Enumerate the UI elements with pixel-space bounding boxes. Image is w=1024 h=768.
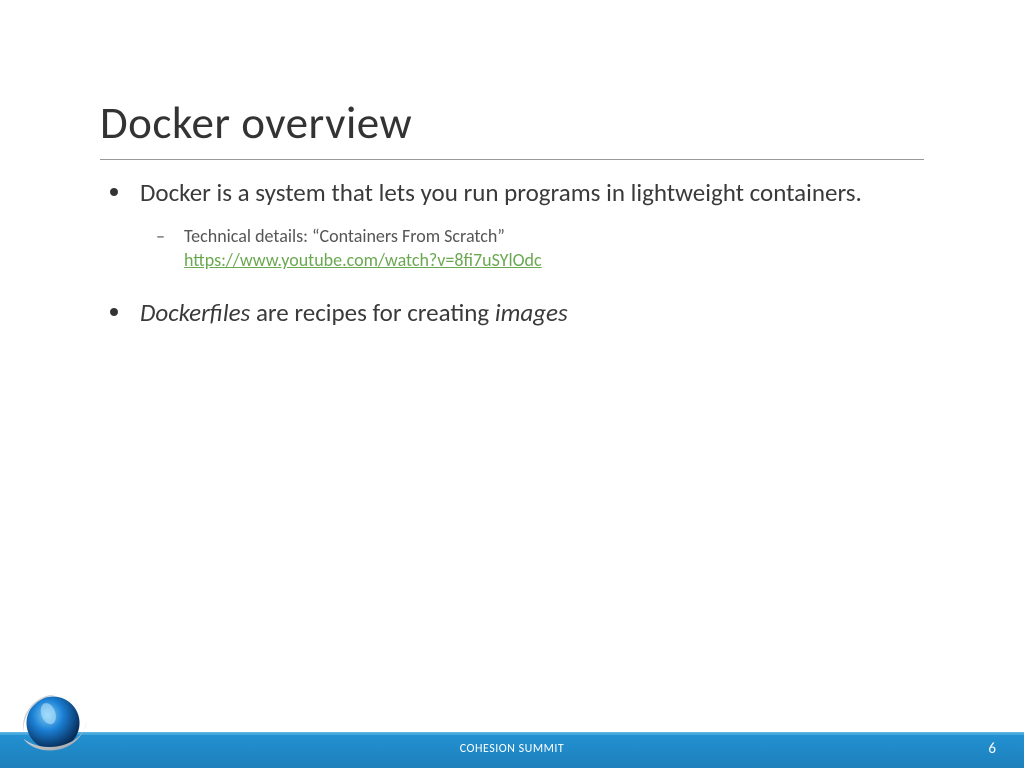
bullet-item: Docker is a system that lets you run pro… <box>100 176 924 272</box>
bullet-em: images <box>495 297 568 328</box>
slide: Docker overview Docker is a system that … <box>0 0 1024 768</box>
bullet-em: Dockerfiles <box>140 297 250 328</box>
bullet-text: Docker is a system that lets you run pro… <box>140 177 862 208</box>
logo-icon <box>14 684 92 762</box>
bullet-item: Dockerfiles are recipes for creating ima… <box>100 296 924 330</box>
slide-body: Docker is a system that lets you run pro… <box>100 176 924 354</box>
sub-bullet-label: Technical details: “Containers From Scra… <box>184 225 505 247</box>
slide-title: Docker overview <box>100 96 924 151</box>
title-underline <box>100 159 924 160</box>
sub-bullet-item: Technical details: “Containers From Scra… <box>140 224 924 273</box>
footer-title: COHESION SUMMIT <box>0 742 1024 756</box>
bullet-list: Docker is a system that lets you run pro… <box>100 176 924 330</box>
sub-bullet-list: Technical details: “Containers From Scra… <box>140 224 924 273</box>
footer-bar: COHESION SUMMIT 6 <box>0 732 1024 768</box>
bullet-text: are recipes for creating <box>250 297 495 328</box>
page-number: 6 <box>988 740 996 758</box>
sub-bullet-link[interactable]: https://www.youtube.com/watch?v=8fi7uSYl… <box>184 249 542 271</box>
title-block: Docker overview <box>100 96 924 160</box>
